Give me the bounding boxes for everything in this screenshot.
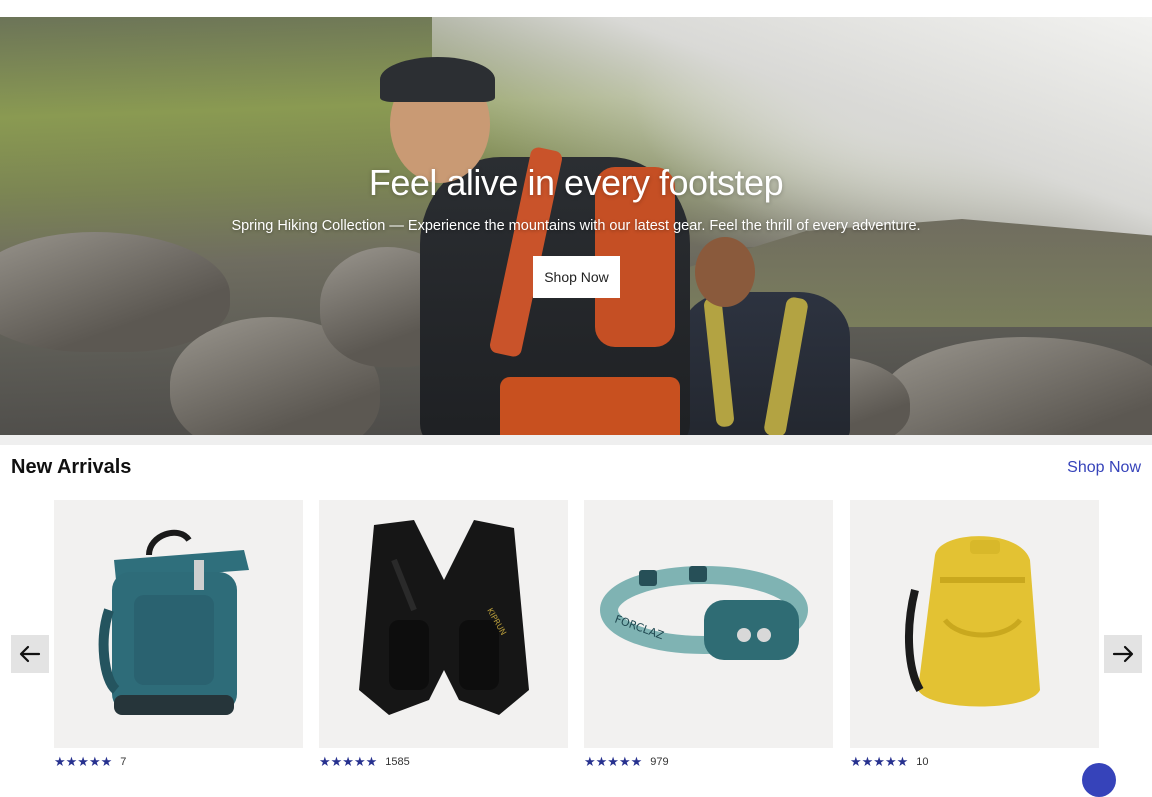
new-arrivals-shop-now-link[interactable]: Shop Now xyxy=(1067,459,1141,477)
hero-subtitle: Spring Hiking Collection — Experience th… xyxy=(231,218,921,234)
hero-rock xyxy=(880,337,1152,435)
section-divider xyxy=(0,435,1152,445)
review-count: 979 xyxy=(650,756,669,768)
review-count: 10 xyxy=(916,756,929,768)
carousel-prev-button[interactable] xyxy=(11,635,49,673)
chat-widget-button[interactable] xyxy=(1082,763,1116,797)
hero-title: Feel alive in every footstep xyxy=(368,162,784,203)
hero-banner: Feel alive in every footstep Spring Hiki… xyxy=(0,17,1152,435)
product-card[interactable]: ★★★★★ 7 xyxy=(54,500,303,770)
hero-hiker-secondary xyxy=(680,237,860,435)
hero-content: Feel alive in every footstep Spring Hiki… xyxy=(0,162,1152,234)
product-card[interactable]: ★★★★★ 10 xyxy=(850,500,1099,770)
product-card[interactable]: KIPRUN ★★★★★ 1585 xyxy=(319,500,568,770)
review-count: 7 xyxy=(120,756,127,768)
product-card[interactable]: FORCLAZ ★★★★★ 979 xyxy=(584,500,833,770)
hero-hiker-primary xyxy=(380,37,700,435)
review-count: 1585 xyxy=(385,756,410,768)
arrow-left-icon xyxy=(19,645,41,663)
product-image-black-running-vest[interactable]: KIPRUN xyxy=(319,500,568,748)
new-arrivals-title: New Arrivals xyxy=(11,456,132,478)
product-image-teal-rolltop-backpack[interactable] xyxy=(54,500,303,748)
arrow-right-icon xyxy=(1112,645,1134,663)
hero-rock xyxy=(0,232,230,352)
product-image-yellow-hiking-backpack[interactable] xyxy=(850,500,1099,748)
hero-shop-now-button[interactable]: Shop Now xyxy=(533,256,620,298)
top-bar xyxy=(0,0,1152,17)
carousel-next-button[interactable] xyxy=(1104,635,1142,673)
product-image-teal-headlamp[interactable]: FORCLAZ xyxy=(584,500,833,748)
